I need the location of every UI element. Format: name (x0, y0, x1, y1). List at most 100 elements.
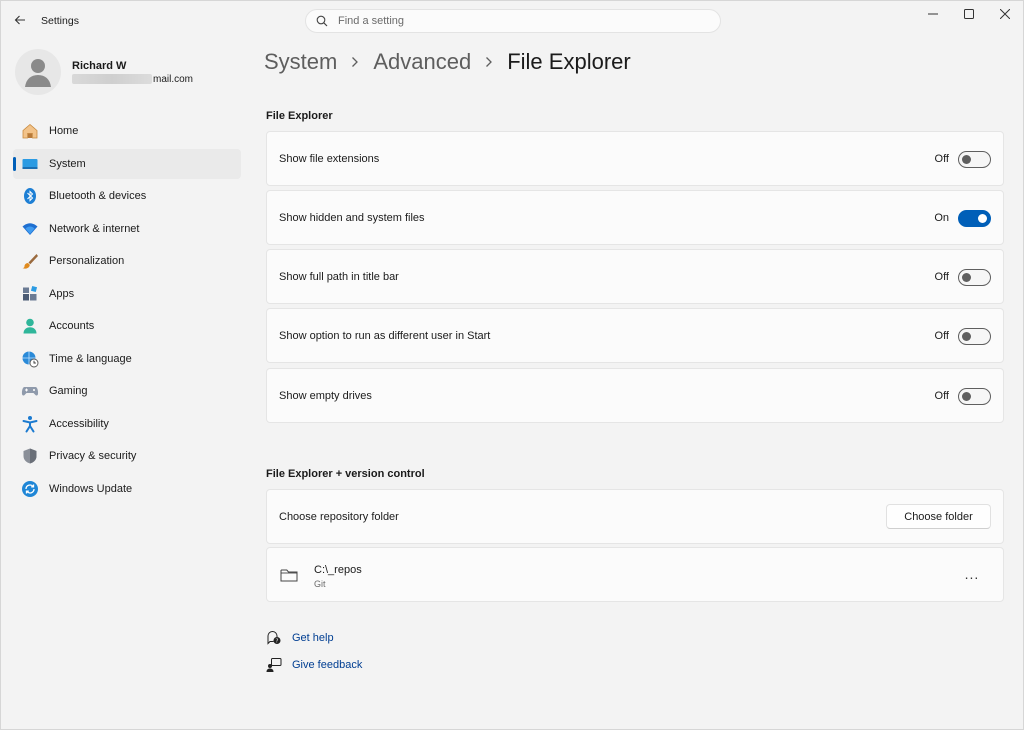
toggle-switch[interactable] (958, 210, 991, 227)
search-input[interactable] (338, 15, 698, 27)
toggle-knob (978, 214, 987, 223)
breadcrumb-advanced[interactable]: Advanced (373, 49, 471, 75)
sidebar-item-windows-update[interactable]: Windows Update (13, 474, 241, 504)
minimize-icon (928, 13, 938, 15)
gamepad-icon (21, 382, 39, 400)
sidebar-item-label: System (49, 157, 86, 170)
close-button[interactable] (987, 5, 1023, 23)
maximize-button[interactable] (951, 5, 987, 23)
setting-show-full-path: Show full path in title bar Off (266, 249, 1004, 304)
sidebar-item-label: Windows Update (49, 482, 133, 495)
more-icon: ... (964, 566, 980, 582)
maximize-icon (964, 9, 974, 19)
setting-run-as-different-user: Show option to run as different user in … (266, 308, 1004, 363)
sidebar-item-accounts[interactable]: Accounts (13, 311, 241, 341)
close-icon (1000, 9, 1010, 19)
toggle-state-text: Off (934, 271, 949, 283)
toggle-knob (962, 332, 971, 341)
sidebar-item-label: Apps (49, 287, 75, 300)
person-icon (25, 59, 51, 87)
search-icon (316, 14, 330, 28)
sidebar-item-personalization[interactable]: Personalization (13, 246, 241, 276)
breadcrumb: System Advanced File Explorer (264, 47, 631, 77)
toggle-knob (962, 392, 971, 401)
sidebar-item-label: Gaming (49, 385, 88, 397)
setting-show-hidden-files: Show hidden and system files On (266, 190, 1004, 245)
sidebar-item-label: Bluetooth & devices (49, 190, 147, 202)
update-icon (21, 480, 39, 498)
toggle-state-text: Off (934, 330, 949, 342)
title-bar: Settings (1, 1, 1024, 41)
repository-folder-setting: Choose repository folder Choose folder (266, 489, 1004, 544)
section-title-version-control: File Explorer + version control (266, 468, 425, 480)
setting-label: Choose repository folder (279, 511, 399, 523)
network-icon (21, 220, 39, 238)
toggle-knob (962, 155, 971, 164)
get-help-link[interactable]: ? Get help (266, 630, 334, 646)
sidebar-item-label: Network & internet (49, 222, 140, 235)
setting-show-file-extensions: Show file extensions Off (266, 131, 1004, 186)
sidebar-item-label: Accounts (49, 320, 95, 332)
bluetooth-icon (21, 187, 39, 205)
sidebar-item-label: Privacy & security (49, 450, 137, 462)
avatar (15, 49, 61, 95)
give-feedback-link[interactable]: Give feedback (266, 657, 362, 673)
more-options-button[interactable]: ... (961, 566, 983, 582)
toggle-knob (962, 273, 971, 282)
sidebar-item-accessibility[interactable]: Accessibility (13, 409, 241, 439)
globe-clock-icon (21, 350, 39, 368)
sidebar-item-label: Accessibility (49, 417, 109, 430)
sidebar-item-label: Home (49, 125, 79, 137)
page-title: File Explorer (507, 49, 631, 74)
setting-label: Show empty drives (279, 390, 372, 402)
user-email: mail.com (153, 74, 194, 85)
sidebar-item-network[interactable]: Network & internet (13, 214, 241, 244)
toggle-state-text: Off (934, 390, 949, 402)
sidebar-item-home[interactable]: Home (13, 116, 241, 146)
toggle-switch[interactable] (958, 269, 991, 286)
get-help-label: Get help (292, 632, 334, 644)
system-icon (21, 155, 39, 173)
back-button[interactable] (9, 10, 31, 30)
search-box[interactable] (305, 9, 721, 33)
sidebar-item-privacy-security[interactable]: Privacy & security (13, 441, 241, 471)
breadcrumb-system[interactable]: System (264, 49, 337, 75)
folder-icon (280, 567, 298, 583)
toggle-switch[interactable] (958, 328, 991, 345)
feedback-icon (266, 657, 282, 673)
apps-icon (21, 285, 39, 303)
sidebar-item-gaming[interactable]: Gaming (13, 376, 241, 406)
sidebar-item-label: Personalization (49, 255, 125, 267)
toggle-state-text: Off (934, 153, 949, 165)
repository-item: C:\_repos Git ... (266, 547, 1004, 602)
section-title-file-explorer: File Explorer (266, 110, 333, 122)
user-profile[interactable]: Richard W mail.com (15, 49, 235, 95)
choose-folder-button[interactable]: Choose folder (886, 504, 991, 529)
setting-label: Show full path in title bar (279, 271, 399, 283)
chevron-right-icon (351, 56, 359, 68)
sidebar-item-time-language[interactable]: Time & language (13, 344, 241, 374)
toggle-switch[interactable] (958, 151, 991, 168)
help-icon: ? (266, 630, 282, 646)
repository-type: Git (314, 579, 326, 589)
accessibility-icon (21, 415, 39, 433)
repository-path: C:\_repos (314, 564, 362, 576)
sidebar-item-system[interactable]: System (13, 148, 241, 179)
sidebar-item-apps[interactable]: Apps (13, 279, 241, 309)
sidebar-item-bluetooth[interactable]: Bluetooth & devices (13, 181, 241, 211)
app-title: Settings (41, 15, 79, 27)
minimize-button[interactable] (915, 5, 951, 23)
brush-icon (21, 252, 39, 270)
settings-window: Settings Richard W (0, 0, 1024, 730)
back-arrow-icon (14, 15, 25, 25)
setting-label: Show option to run as different user in … (279, 330, 491, 342)
shield-icon (21, 447, 39, 465)
setting-label: Show file extensions (279, 153, 380, 165)
user-name: Richard W (72, 60, 127, 72)
toggle-switch[interactable] (958, 388, 991, 405)
sidebar-item-label: Time & language (49, 352, 132, 365)
setting-show-empty-drives: Show empty drives Off (266, 368, 1004, 423)
sidebar-nav: Home System Bluetooth & devices Network … (13, 116, 241, 506)
email-redaction (72, 74, 152, 84)
home-icon (21, 122, 39, 140)
